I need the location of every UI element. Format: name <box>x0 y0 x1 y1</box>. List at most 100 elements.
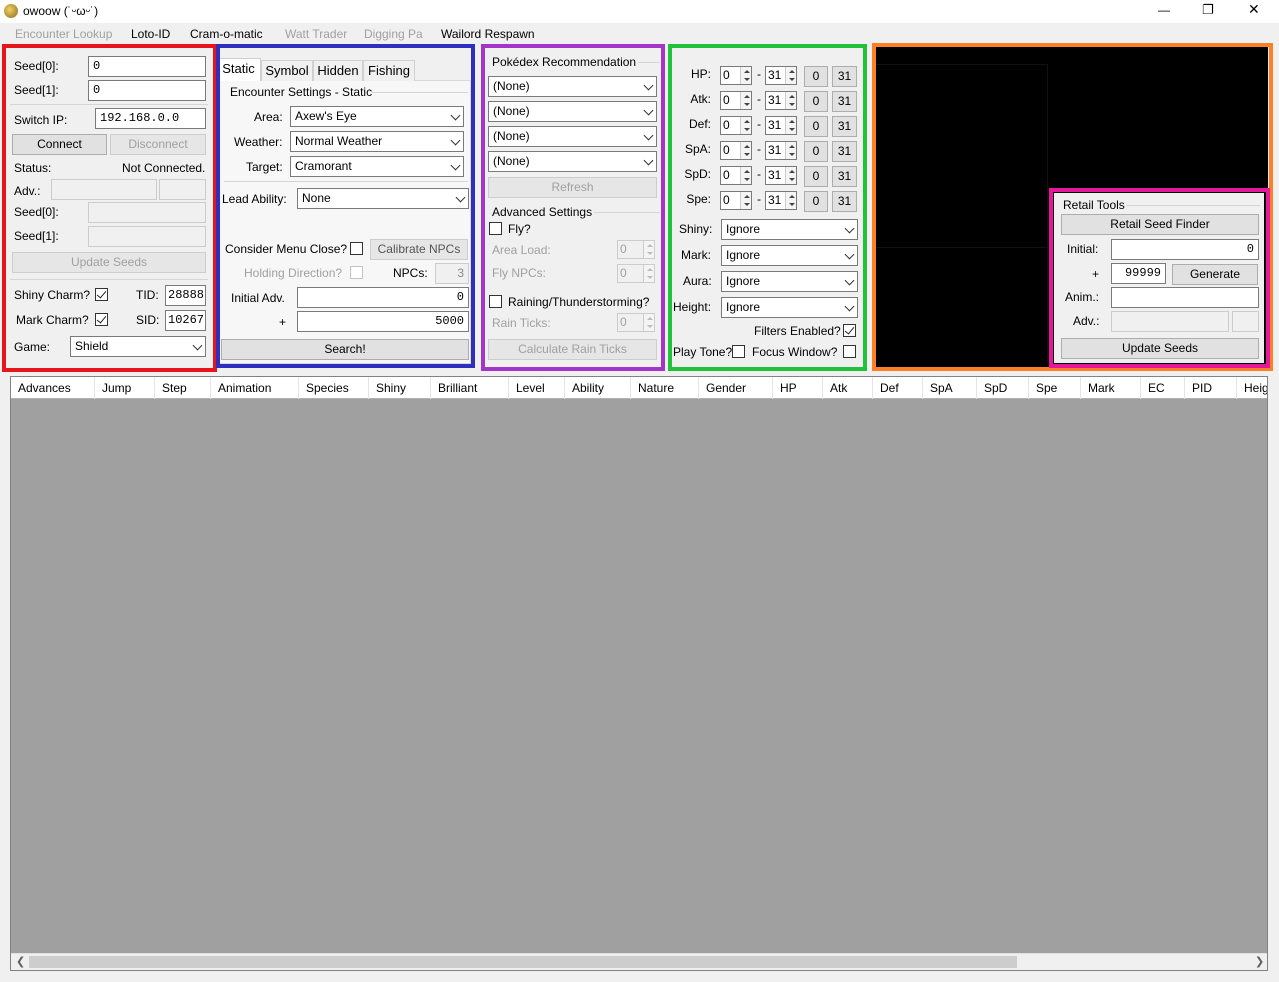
seed1-input[interactable]: 0 <box>88 80 206 101</box>
iv-set-max-button[interactable]: 31 <box>832 91 857 112</box>
iv-set-max-button[interactable]: 31 <box>832 166 857 187</box>
arrow-down-icon[interactable] <box>744 78 750 81</box>
column-header[interactable]: Def <box>873 377 923 399</box>
tab-static[interactable]: Static <box>216 58 261 81</box>
arrow-up-icon[interactable] <box>789 195 795 198</box>
arrow-up-icon[interactable] <box>789 170 795 173</box>
tid-input[interactable]: 28888 <box>165 285 206 306</box>
scroll-thumb[interactable] <box>29 956 1017 968</box>
arrow-down-icon[interactable] <box>789 128 795 131</box>
menu-cram-o-matic[interactable]: Cram-o-matic <box>190 27 263 42</box>
minimize-icon[interactable]: — <box>1158 3 1170 18</box>
tab-symbol[interactable]: Symbol <box>261 60 313 81</box>
tab-fishing[interactable]: Fishing <box>363 60 415 81</box>
focus-window-checkbox[interactable] <box>843 345 856 358</box>
iv-set-min-button[interactable]: 0 <box>804 141 828 162</box>
iv-set-min-button[interactable]: 0 <box>804 191 828 212</box>
height-filter-select[interactable]: Ignore <box>721 297 858 318</box>
iv-min-stepper[interactable]: 0 <box>720 166 752 185</box>
pokedex-select-3[interactable]: (None) <box>488 126 657 147</box>
arrow-up-icon[interactable] <box>744 170 750 173</box>
iv-max-stepper[interactable]: 31 <box>765 66 797 85</box>
column-header[interactable]: EC <box>1141 377 1185 399</box>
arrow-down-icon[interactable] <box>744 103 750 106</box>
weather-select[interactable]: Normal Weather <box>290 131 464 152</box>
iv-set-max-button[interactable]: 31 <box>832 66 857 87</box>
arrow-up-icon[interactable] <box>744 120 750 123</box>
iv-set-min-button[interactable]: 0 <box>804 166 828 187</box>
iv-set-max-button[interactable]: 31 <box>832 141 857 162</box>
column-header[interactable]: Spe <box>1029 377 1081 399</box>
arrow-down-icon[interactable] <box>744 203 750 206</box>
arrow-up-icon[interactable] <box>744 70 750 73</box>
column-header[interactable]: Level <box>509 377 565 399</box>
arrow-up-icon[interactable] <box>789 145 795 148</box>
iv-set-max-button[interactable]: 31 <box>832 116 857 137</box>
column-header[interactable]: Brilliant <box>431 377 509 399</box>
arrow-down-icon[interactable] <box>744 178 750 181</box>
column-header[interactable]: SpD <box>977 377 1029 399</box>
retail-update-seeds-button[interactable]: Update Seeds <box>1061 338 1259 359</box>
retail-seed-finder-button[interactable]: Retail Seed Finder <box>1061 214 1259 235</box>
arrow-up-icon[interactable] <box>744 95 750 98</box>
connect-button[interactable]: Connect <box>12 134 107 155</box>
column-header[interactable]: Species <box>299 377 369 399</box>
column-header[interactable]: Step <box>155 377 211 399</box>
column-header[interactable]: Animation <box>211 377 299 399</box>
arrow-up-icon[interactable] <box>789 120 795 123</box>
retail-initial-input[interactable]: 0 <box>1111 239 1259 260</box>
raining-checkbox[interactable] <box>489 295 502 308</box>
close-icon[interactable]: ✕ <box>1248 2 1260 17</box>
iv-min-stepper[interactable]: 0 <box>720 141 752 160</box>
horizontal-scrollbar[interactable]: ❮ ❯ <box>11 953 1267 970</box>
holding-direction-checkbox[interactable] <box>350 266 363 279</box>
iv-set-min-button[interactable]: 0 <box>804 66 828 87</box>
arrow-up-icon[interactable] <box>789 70 795 73</box>
update-seeds-button[interactable]: Update Seeds <box>12 252 206 273</box>
tab-hidden[interactable]: Hidden <box>313 60 363 81</box>
filters-enabled-checkbox[interactable] <box>843 324 856 337</box>
disconnect-button[interactable]: Disconnect <box>110 134 206 155</box>
arrow-down-icon[interactable] <box>744 128 750 131</box>
scroll-right-icon[interactable]: ❯ <box>1255 955 1264 970</box>
iv-set-min-button[interactable]: 0 <box>804 116 828 137</box>
column-header[interactable]: Height <box>1237 377 1267 399</box>
iv-max-stepper[interactable]: 31 <box>765 141 797 160</box>
menu-digging-pa[interactable]: Digging Pa <box>364 27 423 42</box>
shiny-filter-select[interactable]: Ignore <box>721 219 858 240</box>
maximize-icon[interactable]: ❐ <box>1202 2 1214 17</box>
generate-button[interactable]: Generate <box>1172 264 1258 285</box>
iv-min-stepper[interactable]: 0 <box>720 116 752 135</box>
sid-input[interactable]: 10267 <box>165 310 206 331</box>
play-tone-checkbox[interactable] <box>732 345 745 358</box>
column-header[interactable]: Gender <box>699 377 773 399</box>
iv-max-stepper[interactable]: 31 <box>765 166 797 185</box>
arrow-up-icon[interactable] <box>744 145 750 148</box>
column-header[interactable]: SpA <box>923 377 977 399</box>
arrow-down-icon[interactable] <box>789 78 795 81</box>
column-header[interactable]: Advances <box>11 377 95 399</box>
iv-min-stepper[interactable]: 0 <box>720 66 752 85</box>
iv-min-stepper[interactable]: 0 <box>720 191 752 210</box>
column-header[interactable]: Mark <box>1081 377 1141 399</box>
menu-loto-id[interactable]: Loto-ID <box>131 27 170 42</box>
lead-ability-select[interactable]: None <box>297 188 469 209</box>
arrow-down-icon[interactable] <box>789 203 795 206</box>
arrow-up-icon[interactable] <box>789 95 795 98</box>
mark-charm-checkbox[interactable] <box>95 313 108 326</box>
fly-checkbox[interactable] <box>489 222 502 235</box>
iv-set-max-button[interactable]: 31 <box>832 191 857 212</box>
menu-wailord-respawn[interactable]: Wailord Respawn <box>441 27 535 42</box>
refresh-button[interactable]: Refresh <box>488 177 657 198</box>
mark-filter-select[interactable]: Ignore <box>721 245 858 266</box>
game-select[interactable]: Shield <box>70 336 206 357</box>
arrow-down-icon[interactable] <box>789 178 795 181</box>
retail-plus-input[interactable]: 99999 <box>1111 263 1166 284</box>
iv-min-stepper[interactable]: 0 <box>720 91 752 110</box>
pokedex-select-4[interactable]: (None) <box>488 151 657 172</box>
shiny-charm-checkbox[interactable] <box>95 288 108 301</box>
results-grid[interactable]: Advances Jump Step Animation Species Shiny Bri… <box>10 376 1268 971</box>
menu-close-checkbox[interactable] <box>350 242 363 255</box>
column-header[interactable]: Jump <box>95 377 155 399</box>
initial-adv-input[interactable]: 0 <box>297 287 469 308</box>
